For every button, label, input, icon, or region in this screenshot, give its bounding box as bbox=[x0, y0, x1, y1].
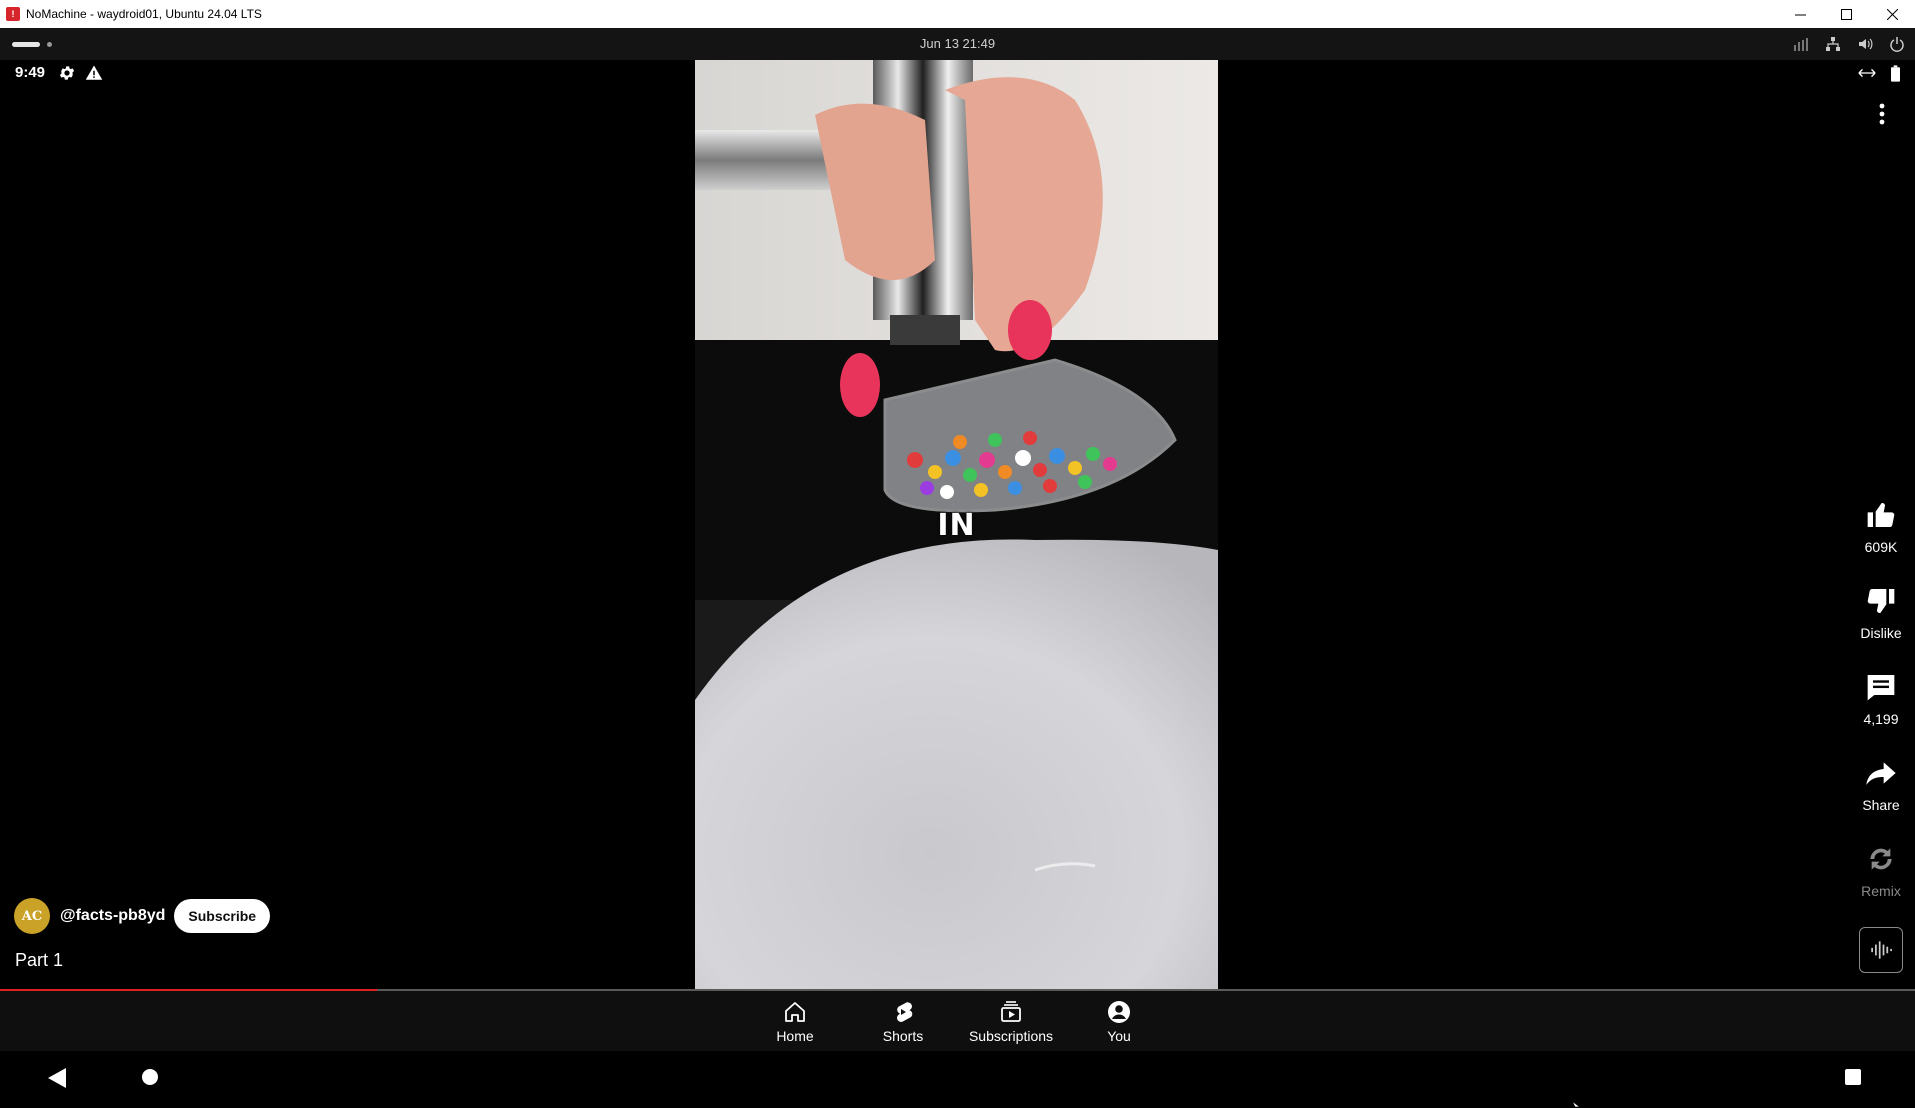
window-titlebar: ! NoMachine - waydroid01, Ubuntu 24.04 L… bbox=[0, 0, 1915, 28]
dislike-button[interactable]: Dislike bbox=[1845, 583, 1915, 641]
network-icon[interactable] bbox=[1823, 34, 1843, 54]
minimize-icon bbox=[1794, 14, 1806, 15]
window-controls bbox=[1777, 0, 1915, 28]
comments-button[interactable]: 4,199 bbox=[1845, 669, 1915, 727]
toolbar-handle[interactable] bbox=[12, 42, 52, 47]
comment-icon bbox=[1863, 669, 1899, 705]
share-icon bbox=[1863, 755, 1899, 791]
recents-icon[interactable] bbox=[1845, 1069, 1861, 1085]
nav-shorts-label: Shorts bbox=[882, 1028, 924, 1044]
channel-info: AC @facts-pb8yd Subscribe bbox=[14, 897, 271, 935]
battery-icon bbox=[1885, 64, 1905, 82]
bottom-navigation: Home Shorts Subscriptions You bbox=[0, 991, 1915, 1051]
subscriptions-icon bbox=[998, 999, 1024, 1025]
dislike-label: Dislike bbox=[1860, 625, 1902, 641]
share-button[interactable]: Share bbox=[1845, 755, 1915, 813]
nomachine-icon: ! bbox=[6, 7, 20, 21]
nav-you-label: You bbox=[1107, 1028, 1131, 1044]
back-icon[interactable] bbox=[48, 1068, 66, 1088]
more-vert-icon bbox=[1879, 103, 1885, 125]
minimize-button[interactable] bbox=[1777, 0, 1823, 28]
video-caption: IN bbox=[937, 508, 976, 543]
sound-button[interactable] bbox=[1859, 927, 1903, 973]
comment-count: 4,199 bbox=[1863, 711, 1899, 727]
thumbs-up-icon bbox=[1863, 497, 1899, 533]
video-title[interactable]: Part 1 bbox=[15, 950, 63, 971]
maximize-button[interactable] bbox=[1823, 0, 1869, 28]
window-title: NoMachine - waydroid01, Ubuntu 24.04 LTS bbox=[26, 7, 262, 21]
account-icon bbox=[1106, 999, 1132, 1025]
nav-home[interactable]: Home bbox=[740, 999, 850, 1044]
nav-you[interactable]: You bbox=[1064, 999, 1174, 1044]
power-icon[interactable] bbox=[1887, 34, 1907, 54]
remix-label: Remix bbox=[1861, 883, 1901, 899]
share-label: Share bbox=[1862, 797, 1900, 813]
warning-icon bbox=[85, 65, 103, 80]
channel-name[interactable]: @facts-pb8yd bbox=[60, 907, 165, 925]
home-icon bbox=[782, 999, 808, 1025]
signal-bars-icon[interactable] bbox=[1791, 34, 1811, 54]
system-navigation-bar bbox=[0, 1051, 1915, 1108]
like-button[interactable]: 609K bbox=[1845, 497, 1915, 555]
more-options-button[interactable] bbox=[1868, 100, 1896, 128]
close-icon bbox=[1886, 8, 1898, 20]
thumbs-down-icon bbox=[1863, 583, 1899, 619]
channel-avatar[interactable]: AC bbox=[14, 898, 50, 934]
speaker-icon[interactable] bbox=[1855, 34, 1875, 54]
like-count: 609K bbox=[1864, 539, 1898, 555]
maximize-icon bbox=[1840, 8, 1852, 20]
mouse-cursor-icon bbox=[1572, 1101, 1582, 1108]
shorts-icon bbox=[890, 999, 916, 1025]
resize-arrows-icon bbox=[1857, 64, 1877, 82]
nav-subscriptions-label: Subscriptions bbox=[968, 1028, 1054, 1044]
short-video-player[interactable]: IN bbox=[695, 60, 1218, 989]
status-time: 9:49 bbox=[15, 64, 46, 81]
session-datetime: Jun 13 21:49 bbox=[919, 36, 996, 51]
gear-icon bbox=[59, 66, 75, 80]
home-circle-icon[interactable] bbox=[142, 1069, 158, 1085]
audio-waveform-icon bbox=[1871, 941, 1892, 959]
subscribe-button[interactable]: Subscribe bbox=[174, 899, 271, 933]
nav-home-label: Home bbox=[776, 1028, 814, 1044]
nomachine-toolbar: Jun 13 21:49 bbox=[0, 28, 1915, 60]
close-button[interactable] bbox=[1869, 0, 1915, 28]
remix-button[interactable]: Remix bbox=[1845, 841, 1915, 899]
nav-subscriptions[interactable]: Subscriptions bbox=[956, 999, 1066, 1044]
remix-icon bbox=[1863, 841, 1899, 877]
nav-shorts[interactable]: Shorts bbox=[848, 999, 958, 1044]
